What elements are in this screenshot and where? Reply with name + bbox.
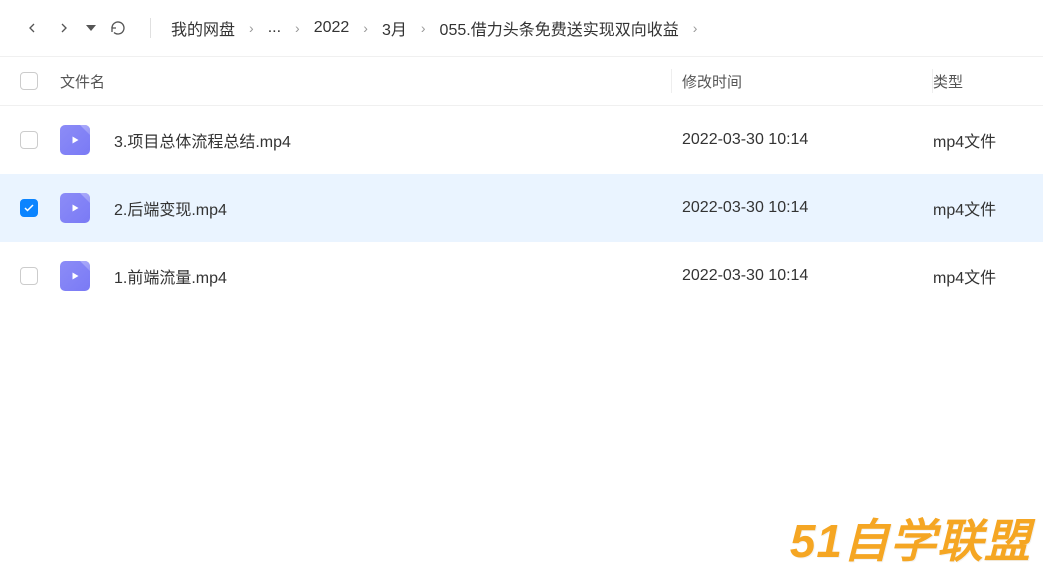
video-file-icon bbox=[60, 125, 90, 155]
file-row[interactable]: 3.项目总体流程总结.mp4 2022-03-30 10:14mp4文件 bbox=[0, 106, 1043, 174]
breadcrumb-month[interactable]: 3月 bbox=[382, 16, 407, 40]
video-file-icon bbox=[60, 261, 90, 291]
file-type: mp4文件 bbox=[933, 196, 1023, 220]
column-name-label: 文件名 bbox=[60, 71, 105, 92]
file-list: 3.项目总体流程总结.mp42022-03-30 10:14mp4文件2.后端变… bbox=[0, 106, 1043, 310]
video-file-icon bbox=[60, 193, 90, 223]
file-date: 2022-03-30 10:14 bbox=[672, 131, 932, 149]
chevron-right-icon: › bbox=[693, 20, 698, 36]
refresh-button[interactable] bbox=[106, 16, 130, 40]
file-type: mp4文件 bbox=[933, 264, 1023, 288]
chevron-right-icon: › bbox=[249, 20, 254, 36]
chevron-right-icon: › bbox=[363, 20, 368, 36]
sort-arrow-down-icon bbox=[639, 74, 653, 88]
select-all-checkbox[interactable] bbox=[20, 72, 38, 90]
column-header-type[interactable]: 类型 bbox=[933, 71, 1023, 92]
chevron-right-icon: › bbox=[295, 20, 300, 36]
file-name: 1.前端流量.mp4 bbox=[114, 264, 227, 288]
file-checkbox[interactable] bbox=[20, 131, 38, 149]
column-header-row: 文件名 修改时间 类型 bbox=[0, 56, 1043, 106]
separator bbox=[150, 18, 151, 38]
file-type: mp4文件 bbox=[933, 128, 1023, 152]
file-row[interactable]: 1.前端流量.mp4 2022-03-30 10:14mp4文件 bbox=[0, 242, 1043, 310]
column-header-date[interactable]: 修改时间 bbox=[672, 71, 932, 92]
watermark-logo: 51自学联盟 bbox=[790, 505, 1031, 571]
file-name: 3.项目总体流程总结.mp4 bbox=[114, 128, 291, 152]
file-checkbox[interactable] bbox=[20, 267, 38, 285]
breadcrumb-root[interactable]: 我的网盘 bbox=[171, 16, 235, 40]
back-button[interactable] bbox=[20, 16, 44, 40]
file-date: 2022-03-30 10:14 bbox=[672, 199, 932, 217]
breadcrumb-year[interactable]: 2022 bbox=[314, 19, 350, 37]
toolbar: 我的网盘 › ... › 2022 › 3月 › 055.借力头条免费送实现双向… bbox=[0, 0, 1043, 56]
file-date: 2022-03-30 10:14 bbox=[672, 267, 932, 285]
forward-button[interactable] bbox=[52, 16, 76, 40]
file-name: 2.后端变现.mp4 bbox=[114, 196, 227, 220]
history-dropdown-icon[interactable] bbox=[84, 23, 98, 33]
file-checkbox[interactable] bbox=[20, 199, 38, 217]
breadcrumb-folder[interactable]: 055.借力头条免费送实现双向收益 bbox=[440, 16, 679, 40]
file-row[interactable]: 2.后端变现.mp4 2022-03-30 10:14mp4文件 bbox=[0, 174, 1043, 242]
breadcrumb: 我的网盘 › ... › 2022 › 3月 › 055.借力头条免费送实现双向… bbox=[171, 16, 697, 40]
breadcrumb-ellipsis[interactable]: ... bbox=[268, 19, 281, 37]
chevron-right-icon: › bbox=[421, 20, 426, 36]
column-header-name[interactable]: 文件名 bbox=[60, 71, 671, 92]
